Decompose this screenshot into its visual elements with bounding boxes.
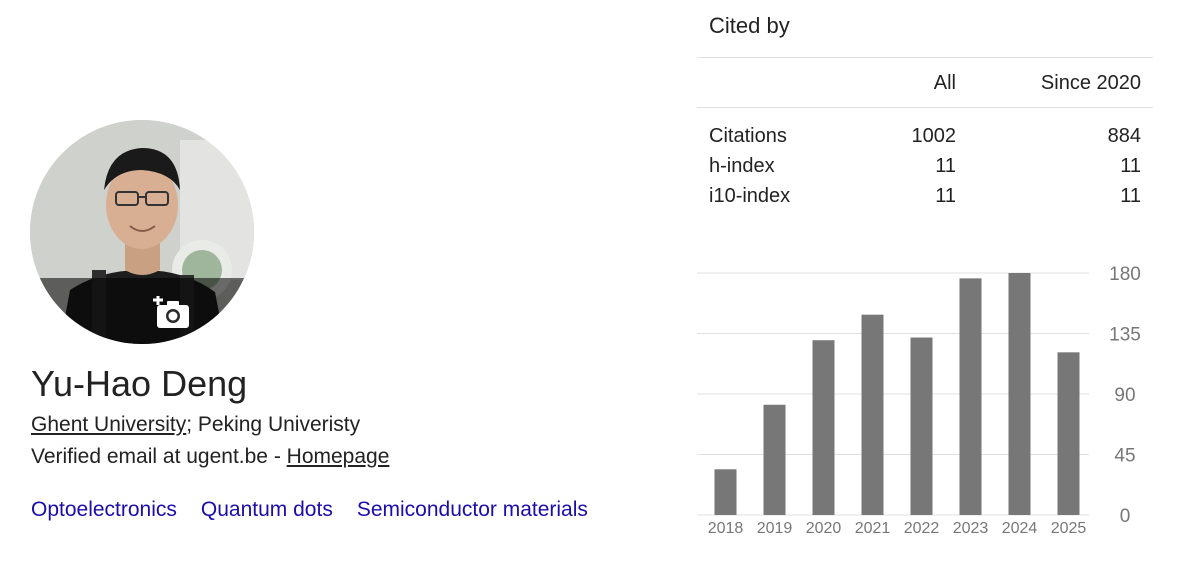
divider bbox=[697, 57, 1153, 58]
bar-2025[interactable] bbox=[1057, 352, 1080, 515]
bar-2021[interactable] bbox=[861, 314, 884, 515]
profile-affiliation: Ghent University; Peking Univeristy bbox=[31, 412, 360, 438]
x-tick-label: 2021 bbox=[855, 520, 891, 537]
stat-since: 884 bbox=[1107, 125, 1141, 147]
stat-since: 11 bbox=[1120, 155, 1141, 177]
affiliation-link[interactable]: Ghent University bbox=[31, 413, 186, 436]
interest-link[interactable]: Optoelectronics bbox=[31, 498, 177, 521]
bar-2023[interactable] bbox=[959, 278, 982, 515]
research-interests: Optoelectronics Quantum dots Semiconductor… bbox=[31, 497, 612, 523]
y-tick-label: 90 bbox=[1114, 385, 1135, 406]
column-header-all[interactable]: All bbox=[934, 70, 956, 96]
x-tick-label: 2025 bbox=[1051, 520, 1087, 537]
affiliation-text: ; Peking Univeristy bbox=[186, 413, 361, 436]
column-header-since[interactable]: Since 2020 bbox=[1041, 70, 1141, 96]
avatar-overlay bbox=[30, 278, 254, 344]
x-tick-label: 2023 bbox=[953, 520, 989, 537]
x-tick-label: 2019 bbox=[757, 520, 793, 537]
x-tick-label: 2018 bbox=[708, 520, 744, 537]
stat-label[interactable]: h-index bbox=[709, 153, 775, 179]
x-tick-label: 2020 bbox=[806, 520, 842, 537]
bar-2019[interactable] bbox=[763, 404, 786, 515]
stat-since: 11 bbox=[1120, 185, 1141, 207]
bar-2022[interactable] bbox=[910, 337, 933, 515]
interest-link[interactable]: Quantum dots bbox=[201, 498, 333, 521]
cited-by-title: Cited by bbox=[709, 13, 790, 38]
x-tick-label: 2022 bbox=[904, 520, 940, 537]
divider bbox=[697, 107, 1153, 108]
bar-2020[interactable] bbox=[812, 340, 835, 515]
y-tick-label: 0 bbox=[1120, 506, 1131, 527]
stat-all: 11 bbox=[935, 155, 956, 177]
stat-label[interactable]: Citations bbox=[709, 123, 787, 149]
interest-link[interactable]: Semiconductor materials bbox=[357, 498, 588, 521]
x-tick-label: 2024 bbox=[1002, 520, 1038, 537]
citations-per-year-chart: 180 135 90 45 0 2018 2019 2020 2021 2022 2023 2024 2… bbox=[697, 255, 1157, 545]
profile-email: Verified email at ugent.be - Homepage bbox=[31, 444, 389, 470]
stat-all: 11 bbox=[935, 185, 956, 207]
y-tick-label: 135 bbox=[1109, 325, 1141, 346]
homepage-link[interactable]: Homepage bbox=[287, 445, 390, 468]
profile-avatar[interactable] bbox=[30, 120, 254, 344]
y-tick-label: 180 bbox=[1109, 264, 1141, 285]
y-tick-label: 45 bbox=[1114, 446, 1135, 467]
profile-name: Yu-Hao Deng bbox=[31, 363, 248, 404]
bar-2024[interactable] bbox=[1008, 273, 1031, 515]
chart-canvas: 180 135 90 45 0 2018 2019 2020 2021 2022 2023 2024 2… bbox=[697, 264, 1141, 537]
stat-label[interactable]: i10-index bbox=[709, 183, 790, 209]
email-text: Verified email at ugent.be - bbox=[31, 445, 287, 468]
add-photo-camera-icon[interactable] bbox=[153, 296, 191, 330]
stat-all: 1002 bbox=[911, 125, 957, 147]
bar-2018[interactable] bbox=[714, 469, 737, 515]
